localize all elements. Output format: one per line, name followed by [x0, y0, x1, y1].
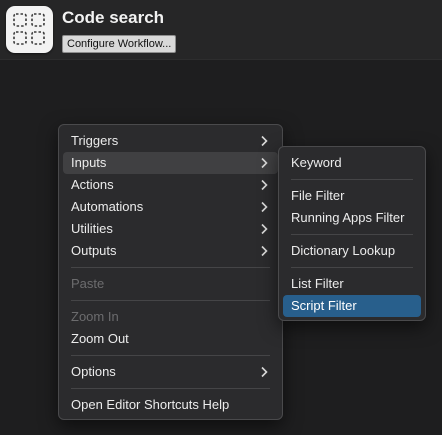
context-menu: Triggers Inputs Actions Automations Util… — [58, 124, 283, 420]
submenu-item-file-filter[interactable]: File Filter — [283, 185, 421, 207]
menu-item-zoom-out[interactable]: Zoom Out — [63, 328, 278, 350]
submenu-item-running-apps-filter[interactable]: Running Apps Filter — [283, 207, 421, 229]
menu-item-options[interactable]: Options — [63, 361, 278, 383]
menu-separator — [71, 267, 270, 268]
dashed-grid-icon[interactable] — [6, 6, 53, 53]
chevron-right-icon — [261, 179, 268, 191]
chevron-right-icon — [261, 223, 268, 235]
workflow-header: Code search Configure Workflow... — [0, 0, 442, 60]
submenu-item-dictionary-lookup[interactable]: Dictionary Lookup — [283, 240, 421, 262]
menu-separator — [291, 234, 413, 235]
menu-item-label: Actions — [71, 177, 114, 192]
chevron-right-icon — [261, 201, 268, 213]
menu-item-automations[interactable]: Automations — [63, 196, 278, 218]
chevron-right-icon — [261, 245, 268, 257]
menu-item-inputs[interactable]: Inputs — [63, 152, 278, 174]
menu-item-label: Automations — [71, 199, 144, 214]
submenu-item-script-filter[interactable]: Script Filter — [283, 295, 421, 317]
menu-item-outputs[interactable]: Outputs — [63, 240, 278, 262]
menu-item-label: Outputs — [71, 243, 117, 258]
workflow-title: Code search — [62, 8, 165, 27]
menu-separator — [291, 179, 413, 180]
menu-item-zoom-in: Zoom In — [71, 309, 119, 324]
chevron-right-icon — [261, 135, 268, 147]
chevron-right-icon — [261, 366, 268, 378]
menu-separator — [71, 355, 270, 356]
menu-item-label: Inputs — [71, 155, 107, 170]
configure-workflow-button[interactable]: Configure Workflow... — [62, 35, 177, 53]
menu-separator — [291, 267, 413, 268]
chevron-right-icon — [261, 157, 268, 169]
inputs-submenu: Keyword File Filter Running Apps Filter … — [278, 146, 426, 321]
menu-item-utilities[interactable]: Utilities — [63, 218, 278, 240]
submenu-item-list-filter[interactable]: List Filter — [283, 273, 421, 295]
menu-item-label: Triggers — [71, 133, 119, 148]
submenu-item-keyword[interactable]: Keyword — [283, 152, 421, 174]
menu-item-actions[interactable]: Actions — [63, 174, 278, 196]
menu-separator — [71, 300, 270, 301]
menu-item-triggers[interactable]: Triggers — [63, 130, 278, 152]
menu-item-shortcuts-help[interactable]: Open Editor Shortcuts Help — [63, 394, 278, 416]
menu-item-paste: Paste — [71, 276, 105, 291]
menu-separator — [71, 388, 270, 389]
menu-item-label: Options — [71, 364, 116, 379]
menu-item-label: Utilities — [71, 221, 113, 236]
